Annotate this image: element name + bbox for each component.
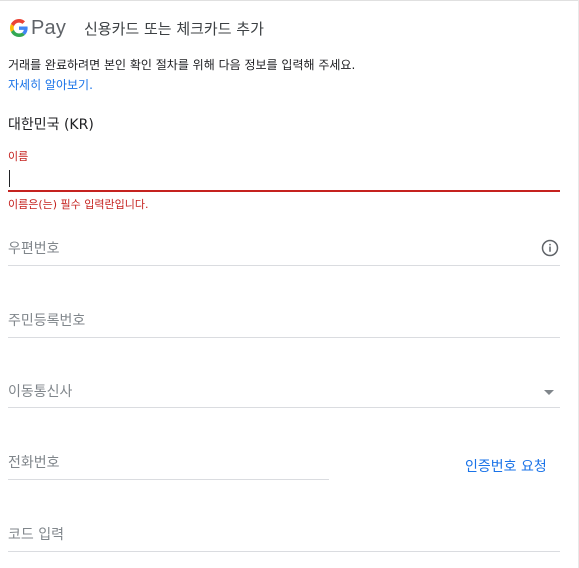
carrier-underline [8,407,560,408]
learn-more-link[interactable]: 자세히 알아보기. [8,76,93,93]
name-input-underline [8,190,560,192]
resident-registration-number-input[interactable]: 주민등록번호 [8,300,560,338]
verification-notice: 거래를 완료하려면 본인 확인 절차를 위해 다음 정보를 입력해 주세요. [8,58,356,72]
pay-wordmark: Pay [31,16,67,39]
name-input[interactable] [8,160,560,192]
phone-underline [8,479,329,480]
info-icon[interactable] [541,239,559,257]
name-error-message: 이름은(는) 필수 입력란입니다. [8,198,149,211]
code-placeholder: 코드 입력 [8,527,64,543]
carrier-select[interactable]: 이동통신사 [8,371,560,408]
country-label: 대한민국 (KR) [8,117,94,133]
google-g-icon [10,19,28,37]
code-underline [8,551,560,552]
postal-code-input[interactable]: 우편번호 [8,228,560,266]
phone-placeholder: 전화번호 [8,455,60,471]
postal-code-underline [8,265,560,266]
top-divider [0,0,579,1]
dropdown-arrow-icon[interactable] [544,390,554,395]
rrn-placeholder: 주민등록번호 [8,313,86,329]
google-pay-logo: Pay [10,16,66,40]
text-cursor [9,170,10,187]
dialog-title: 신용카드 또는 체크카드 추가 [84,20,264,38]
postal-code-placeholder: 우편번호 [8,241,60,257]
phone-number-input[interactable]: 전화번호 [8,443,329,480]
request-code-button[interactable]: 인증번호 요청 [465,456,547,476]
verification-code-input[interactable]: 코드 입력 [8,514,560,552]
rrn-underline [8,337,560,338]
carrier-placeholder: 이동통신사 [8,384,73,400]
